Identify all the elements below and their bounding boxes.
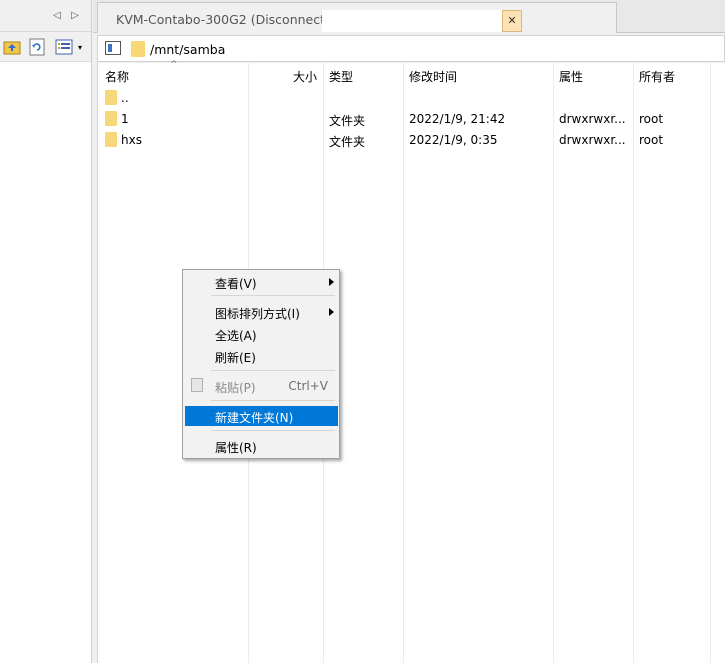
column-header-name[interactable]: 名称 [105,68,129,85]
menu-item-shortcut: Ctrl+V [288,379,328,393]
column-header-size[interactable]: 大小 [293,68,317,85]
menu-item-label: 新建文件夹(N) [215,411,294,425]
path-bar: /mnt/samba [97,35,725,62]
file-modified: 2022/1/9, 0:35 [409,133,498,147]
menu-item-label: 刷新(E) [215,351,256,365]
left-toolbar: ▾ [0,32,91,62]
file-name: hxs [121,133,142,147]
file-attributes: drwxrwxr... [559,112,626,126]
menu-item-label: 查看(V) [215,277,257,291]
left-panel-header: ◁ ▷ [0,0,91,32]
menu-separator [211,400,335,401]
close-tab-icon[interactable]: ✕ [502,10,522,32]
column-header-owner[interactable]: 所有者 [639,68,675,85]
submenu-arrow-icon [329,308,334,316]
file-type: 文件夹 [329,114,366,128]
menu-item-properties[interactable]: 属性(R) [185,436,338,456]
refresh-icon[interactable] [28,38,46,56]
tab-bar: KVM-Contabo-300G2 (Disconnected) ✕ [93,0,725,33]
folder-icon [105,90,117,105]
tab-cover [322,10,502,32]
menu-item-select-all[interactable]: 全选(A) [185,324,338,344]
menu-separator [211,370,335,371]
folder-up-icon[interactable] [3,38,21,56]
menu-item-label: 属性(R) [215,441,257,455]
folder-icon [105,132,117,147]
column-header-type[interactable]: 类型 [329,68,353,85]
column-separator [403,63,404,663]
left-panel: ◁ ▷ ▾ [0,0,92,663]
folder-icon [105,111,117,126]
file-modified: 2022/1/9, 21:42 [409,112,506,126]
paste-icon [191,378,203,392]
menu-item-label: 图标排列方式(I) [215,307,300,321]
path-input[interactable]: /mnt/samba [150,42,225,57]
context-menu: 查看(V) 图标排列方式(I) 全选(A) 刷新(E) 粘贴(P) Ctrl+V… [182,269,340,459]
menu-item-refresh[interactable]: 刷新(E) [185,346,338,366]
folder-icon [131,41,145,57]
tab-connection[interactable]: KVM-Contabo-300G2 (Disconnected) ✕ [97,2,617,33]
column-header-attributes[interactable]: 属性 [559,68,583,85]
scroll-right-arrow-icon[interactable]: ▷ [70,10,80,22]
file-attributes: drwxrwxr... [559,133,626,147]
menu-item-paste[interactable]: 粘贴(P) Ctrl+V [185,376,338,396]
submenu-arrow-icon [329,278,334,286]
menu-item-label: 粘贴(P) [215,381,256,395]
column-separator [710,63,711,663]
scroll-left-arrow-icon[interactable]: ◁ [52,10,62,22]
menu-item-view[interactable]: 查看(V) [185,272,338,292]
file-name: 1 [121,112,129,126]
sort-ascending-icon: ^ [170,60,178,70]
list-item[interactable]: hxs 文件夹 2022/1/9, 0:35 drwxrwxr... root [98,130,725,150]
file-type: 文件夹 [329,135,366,149]
tab-title: KVM-Contabo-300G2 (Disconnected) [116,12,346,27]
file-owner: root [639,133,664,147]
list-item[interactable]: 1 文件夹 2022/1/9, 21:42 drwxrwxr... root [98,109,725,129]
column-separator [553,63,554,663]
file-owner: root [639,112,664,126]
column-separator [633,63,634,663]
menu-separator [211,295,335,296]
view-dropdown-icon[interactable]: ▾ [78,43,82,52]
column-header-modified[interactable]: 修改时间 [409,68,457,85]
list-view-icon[interactable] [55,38,75,56]
menu-item-arrange-icons[interactable]: 图标排列方式(I) [185,302,338,322]
list-item-parent[interactable]: .. [98,88,725,108]
menu-separator [211,430,335,431]
panel-toggle-icon[interactable] [105,41,121,55]
file-name: .. [121,91,129,105]
menu-item-label: 全选(A) [215,329,257,343]
menu-item-new-folder[interactable]: 新建文件夹(N) [185,406,338,426]
